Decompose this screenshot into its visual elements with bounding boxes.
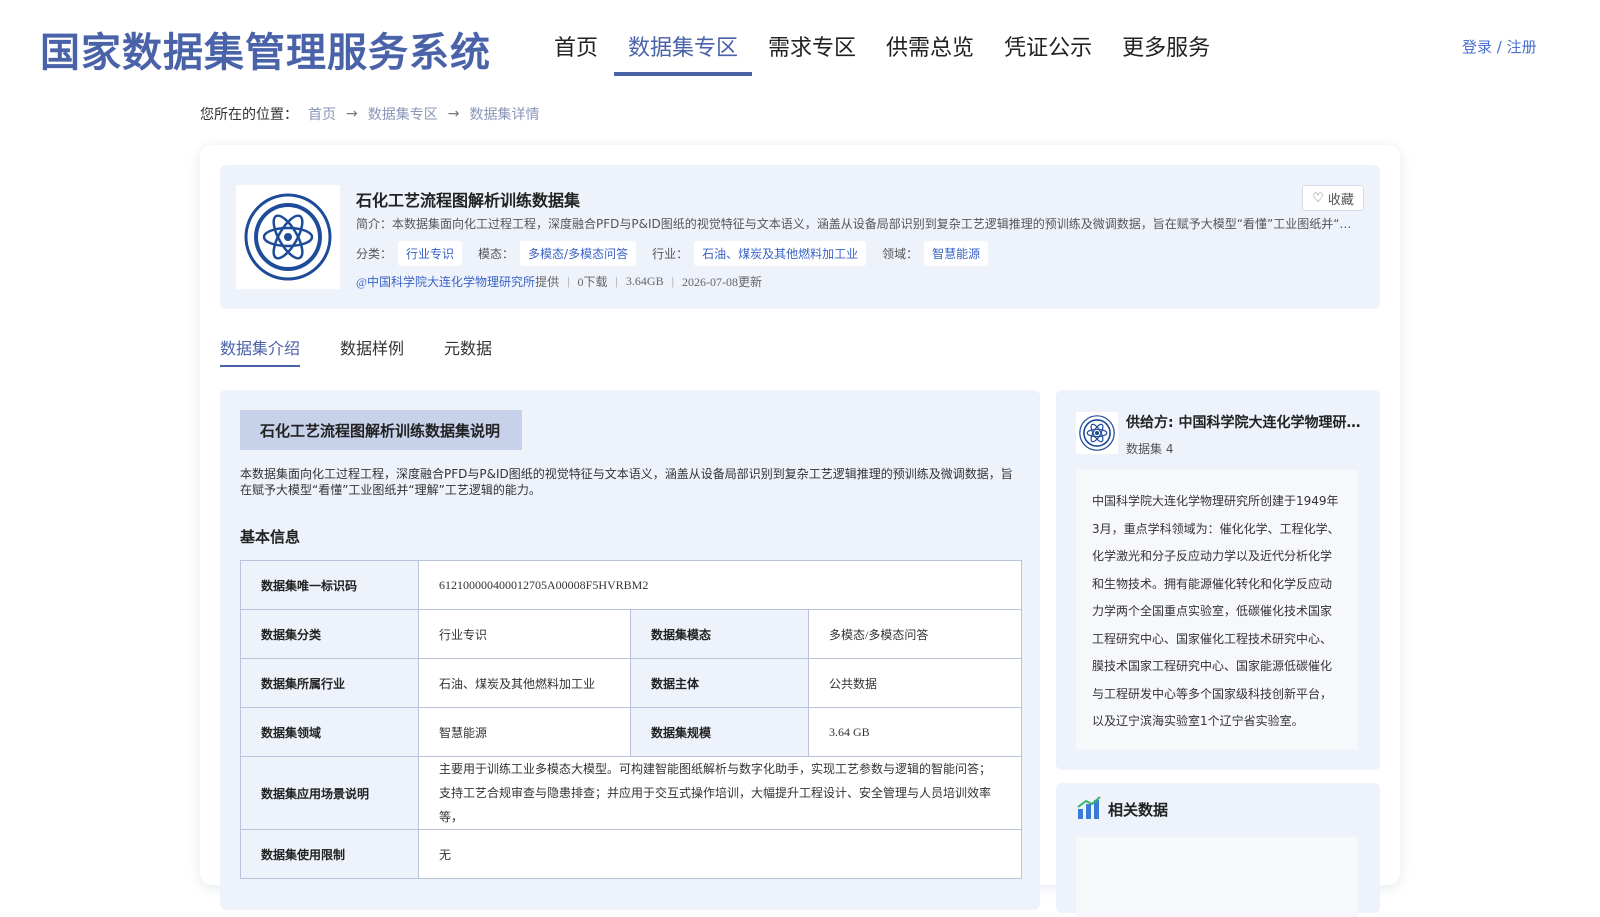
description-text: 本数据集面向化工过程工程，深度融合PFD与P&ID图纸的视觉特征与文本语义，涵盖… bbox=[240, 467, 1013, 497]
meta-separator: | bbox=[615, 274, 618, 288]
provider-suffix: 提供 bbox=[535, 275, 560, 289]
table-value: 无 bbox=[418, 829, 1022, 879]
nav-overview[interactable]: 供需总览 bbox=[872, 26, 988, 70]
site-header: 国家数据集管理服务系统 首页 数据集专区 需求专区 供需总览 凭证公示 更多服务… bbox=[0, 0, 1600, 90]
related-data-list bbox=[1076, 837, 1358, 917]
breadcrumb: 您所在的位置： 首页 → 数据集专区 → 数据集详情 bbox=[200, 104, 539, 124]
table-value: 612100000400012705A00008F5HVRBM2 bbox=[418, 560, 1022, 610]
provider-avatar[interactable] bbox=[1076, 412, 1118, 454]
introduction-panel: 石化工艺流程图解析训练数据集说明 本数据集面向化工过程工程，深度融合PFD与P&… bbox=[220, 390, 1040, 910]
tab-metadata[interactable]: 元数据 bbox=[444, 335, 492, 367]
favorite-label: 收藏 bbox=[1327, 192, 1354, 208]
detail-tabs: 数据集介绍 数据样例 元数据 bbox=[220, 335, 532, 367]
table-row: 数据集使用限制 无 bbox=[240, 829, 1022, 879]
basic-info-title: 基本信息 bbox=[240, 528, 301, 546]
related-data-title: 相关数据 bbox=[1108, 801, 1169, 819]
table-value: 智慧能源 bbox=[418, 707, 631, 757]
related-data-card: 相关数据 bbox=[1056, 783, 1380, 917]
domain-label: 领域： bbox=[882, 247, 919, 261]
register-link[interactable]: 注册 bbox=[1507, 38, 1537, 56]
table-value: 3.64 GB bbox=[808, 707, 1022, 757]
provider-description: 中国科学院大连化学物理研究所创建于1949年3月，重点学科领域为：催化化学、工程… bbox=[1076, 470, 1358, 750]
site-title[interactable]: 国家数据集管理服务系统 bbox=[40, 20, 491, 78]
meta-separator: | bbox=[567, 274, 570, 288]
nav-more-services[interactable]: 更多服务 bbox=[1108, 26, 1224, 70]
industry-label: 行业： bbox=[652, 247, 689, 261]
description-title: 石化工艺流程图解析训练数据集说明 bbox=[240, 410, 522, 450]
auth-separator: / bbox=[1496, 38, 1502, 56]
institute-seal-icon bbox=[1079, 415, 1115, 451]
modality-tag[interactable]: 多模态/多模态问答 bbox=[520, 241, 637, 266]
meta-separator: | bbox=[671, 274, 674, 288]
institute-seal-icon bbox=[244, 193, 332, 281]
login-link[interactable]: 登录 bbox=[1462, 38, 1492, 56]
table-value: 多模态/多模态问答 bbox=[808, 609, 1022, 659]
nav-demand[interactable]: 需求专区 bbox=[754, 26, 870, 70]
breadcrumb-home[interactable]: 首页 bbox=[308, 104, 336, 124]
dataset-intro: 简介：本数据集面向化工过程工程，深度融合PFD与P&ID图纸的视觉特征与文本语义… bbox=[356, 217, 1356, 231]
dataset-title: 石化工艺流程图解析训练数据集 bbox=[356, 191, 581, 210]
table-key: 数据集使用限制 bbox=[240, 829, 419, 879]
table-value: 行业专识 bbox=[418, 609, 631, 659]
table-row: 数据集所属行业 石油、煤炭及其他燃料加工业 数据主体 公共数据 bbox=[240, 658, 1022, 708]
domain-tag[interactable]: 智慧能源 bbox=[924, 241, 989, 266]
table-value: 公共数据 bbox=[808, 658, 1022, 708]
breadcrumb-datasets[interactable]: 数据集专区 bbox=[368, 104, 438, 124]
provider-link[interactable]: @中国科学院大连化学物理研究所 bbox=[356, 273, 535, 290]
table-key: 数据主体 bbox=[630, 658, 809, 708]
arrow-right-icon: → bbox=[346, 106, 358, 122]
table-value: 主要用于训练工业多模态大模型。可构建智能图纸解析与数字化助手，实现工艺参数与逻辑… bbox=[418, 756, 1022, 830]
nav-certificates[interactable]: 凭证公示 bbox=[990, 26, 1106, 70]
provider-logo bbox=[236, 185, 340, 289]
dataset-summary: 石化工艺流程图解析训练数据集 简介：本数据集面向化工过程工程，深度融合PFD与P… bbox=[220, 165, 1380, 309]
table-value: 石油、煤炭及其他燃料加工业 bbox=[418, 658, 631, 708]
updated-date: 2026-07-08更新 bbox=[681, 275, 762, 289]
provider-name[interactable]: 供给方: 中国科学院大连化学物理研究所 bbox=[1126, 412, 1366, 432]
favorite-button[interactable]: ♡ 收藏 bbox=[1302, 185, 1364, 211]
table-key: 数据集唯一标识码 bbox=[240, 560, 419, 610]
table-row: 数据集应用场景说明 主要用于训练工业多模态大模型。可构建智能图纸解析与数字化助手… bbox=[240, 756, 1022, 830]
modality-label: 模态： bbox=[478, 247, 515, 261]
download-count: 0下载 bbox=[577, 275, 608, 289]
dataset-tags: 分类： 行业专识 模态： 多模态/多模态问答 行业： 石油、煤炭及其他燃料加工业… bbox=[356, 241, 1004, 266]
table-key: 数据集领域 bbox=[240, 707, 419, 757]
table-row: 数据集唯一标识码 612100000400012705A00008F5HVRBM… bbox=[240, 560, 1022, 610]
breadcrumb-current: 数据集详情 bbox=[469, 107, 540, 123]
breadcrumb-prefix: 您所在的位置： bbox=[200, 107, 298, 123]
table-key: 数据集分类 bbox=[240, 609, 419, 659]
arrow-right-icon: → bbox=[447, 106, 460, 122]
main-nav: 首页 数据集专区 需求专区 供需总览 凭证公示 更多服务 bbox=[540, 26, 1226, 76]
table-key: 数据集规模 bbox=[630, 707, 809, 757]
auth-links: 登录 / 注册 bbox=[1462, 36, 1537, 57]
tab-introduction[interactable]: 数据集介绍 bbox=[220, 335, 301, 367]
category-label: 分类： bbox=[356, 247, 393, 261]
dataset-meta: @中国科学院大连化学物理研究所 提供 | 0下载 | 3.64GB | 2026… bbox=[356, 273, 762, 290]
dataset-size: 3.64GB bbox=[625, 274, 664, 288]
nav-datasets[interactable]: 数据集专区 bbox=[614, 26, 753, 76]
industry-tag[interactable]: 石油、煤炭及其他燃料加工业 bbox=[694, 241, 867, 266]
provider-card: 供给方: 中国科学院大连化学物理研究所 数据集 4 中国科学院大连化学物理研究所… bbox=[1056, 390, 1380, 770]
heart-outline-icon: ♡ bbox=[1312, 190, 1324, 206]
category-tag[interactable]: 行业专识 bbox=[398, 241, 463, 266]
provider-dataset-count: 数据集 4 bbox=[1126, 442, 1174, 456]
table-key: 数据集模态 bbox=[630, 609, 809, 659]
tab-samples[interactable]: 数据样例 bbox=[340, 335, 404, 367]
table-key: 数据集所属行业 bbox=[240, 658, 419, 708]
dataset-detail-card: 石化工艺流程图解析训练数据集 简介：本数据集面向化工过程工程，深度融合PFD与P… bbox=[200, 145, 1400, 917]
table-key: 数据集应用场景说明 bbox=[240, 756, 419, 830]
table-row: 数据集分类 行业专识 数据集模态 多模态/多模态问答 bbox=[240, 609, 1022, 659]
bar-chart-icon bbox=[1077, 796, 1101, 819]
nav-home[interactable]: 首页 bbox=[540, 26, 612, 70]
table-row: 数据集领域 智慧能源 数据集规模 3.64 GB bbox=[240, 707, 1022, 757]
basic-info-table: 数据集唯一标识码 612100000400012705A00008F5HVRBM… bbox=[240, 560, 1022, 879]
